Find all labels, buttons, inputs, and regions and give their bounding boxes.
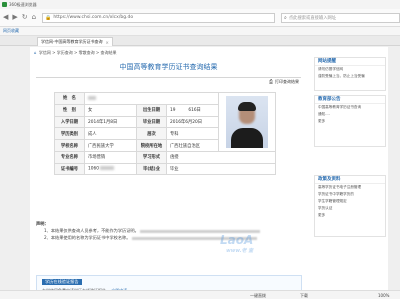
redacted-cert-no xyxy=(100,166,115,170)
cell-label-name: 姓 名 xyxy=(54,92,85,105)
certificate-table: 姓 名 性 别 女 出生日期 19 616日 入学日期 2014年1月8日 毕业… xyxy=(54,92,276,175)
back-icon[interactable]: ◀ xyxy=(3,14,8,21)
cell-value-result: 毕业 xyxy=(166,162,276,175)
cell-value-category: 成人 xyxy=(84,127,137,141)
print-label: 打印查询结果 xyxy=(275,79,299,84)
cell-label-gender: 性 别 xyxy=(54,103,85,117)
sidebar-box-title: 教育部公告 xyxy=(315,96,385,104)
page-content: ⌂ 学信网 > 学历查询 > 零散查询 > 查询结果 中国高等教育学历证书查询结… xyxy=(30,47,388,299)
cell-label-major: 专业名称 xyxy=(54,151,85,164)
browser-logo-icon xyxy=(2,2,7,7)
photo-cell xyxy=(218,92,276,152)
tab-strip: 学信网-中国高等教育学历证书查询 × xyxy=(0,36,400,46)
table-row: 姓 名 xyxy=(54,92,276,152)
sidebar-line[interactable]: 学历认证 xyxy=(315,205,385,212)
bookmarks-label[interactable]: 网页收藏 xyxy=(3,28,19,34)
sidebar-box-title: 网站提醒 xyxy=(315,58,385,66)
browser-toolbar: ◀ ▶ ↻ ⌂ 🔒 https://www.chsi.com.cn/xlcx/b… xyxy=(0,9,400,27)
cell-label-enroll: 入学日期 xyxy=(54,115,85,129)
cell-value-level: 专科 xyxy=(166,127,219,141)
cell-label-birth: 出生日期 xyxy=(136,103,167,117)
redacted-name xyxy=(88,95,96,100)
watermark-main: LaoA xyxy=(220,233,254,247)
disclaimer-line-1: 1、本结果仅供查询人员参考，不能作为学历证明。 xyxy=(36,227,302,234)
search-input[interactable]: ⌕ 点此搜索或直接输入网址 xyxy=(281,12,400,23)
lock-icon: 🔒 xyxy=(45,14,52,21)
zoom-level[interactable]: 100% xyxy=(378,293,389,298)
reload-icon[interactable]: ↻ xyxy=(22,14,28,21)
home-icon[interactable]: ⌂ xyxy=(32,14,36,21)
cell-label-cert-no: 证书编号 xyxy=(54,162,85,175)
sidebar-line[interactable]: 高等学历证书电子注册管理 xyxy=(315,184,385,191)
address-text: https://www.chsi.com.cn/xlcx/bg.do xyxy=(53,15,134,20)
disclaimer: 声明： 1、本结果仅供查询人员参考，不能作为学历证明。 2、本结果使用的名称为学… xyxy=(36,220,302,241)
photo-hair xyxy=(238,102,256,111)
window-titlebar: 360极速浏览器 xyxy=(0,0,400,9)
sidebar-line[interactable]: 学历证书中学籍学历的 xyxy=(315,191,385,198)
cell-label-school: 学校名称 xyxy=(54,139,85,152)
sidebar-line[interactable]: 请勿仿冒学信网 xyxy=(315,66,385,73)
right-sidebar: 网站提醒 请勿仿冒学信网 谨防受骗上当，防止上当受骗 教育部公告 中国高等教育学… xyxy=(314,55,386,295)
nav-buttons: ◀ ▶ ↻ ⌂ xyxy=(0,14,36,21)
print-button[interactable]: ⎙ 打印查询结果 xyxy=(269,79,299,85)
cell-label-school-loc: 院校所在地 xyxy=(136,139,167,152)
watermark-sub: www.老 查 xyxy=(226,248,254,254)
sidebar-line[interactable]: 中国高等教育学历证书查询 xyxy=(315,104,385,111)
student-photo xyxy=(226,96,268,148)
window-title: 360极速浏览器 xyxy=(9,1,37,7)
watermark-logo: LaoA www.老 查 xyxy=(220,233,253,254)
cell-value-school-loc: 广西壮族自治区 xyxy=(166,139,219,152)
cell-value-form: 函授 xyxy=(166,151,276,164)
sidebar-line[interactable]: 通知.... xyxy=(315,111,385,118)
search-placeholder: 点此搜索或直接输入网址 xyxy=(288,15,337,21)
disclaimer-line-2: 2、本结果使用的名称为学历证书中学校名称。 xyxy=(36,234,302,241)
title-divider xyxy=(36,77,301,78)
table-row: 证书编号 1060 毕(结)业 毕业 xyxy=(54,162,276,175)
certification-button[interactable]: 学历在线验证报告 xyxy=(42,279,82,285)
status-bar: 一键直拨 下载 100% xyxy=(0,290,400,299)
bookmarks-bar: 网页收藏 xyxy=(0,27,400,36)
disclaimer-text-2: 2、本结果使用的名称为学历证书中学校名称。 xyxy=(44,235,131,240)
forward-icon[interactable]: ▶ xyxy=(12,14,17,21)
main-panel: 中国高等教育学历证书查询结果 ⎙ 打印查询结果 姓 名 性 别 女 出生日期 1… xyxy=(30,55,307,297)
cell-value-major: 市场营销 xyxy=(84,151,137,164)
photo-body xyxy=(231,128,263,148)
cert-no-prefix: 1060 xyxy=(88,166,99,172)
sidebar-more-link[interactable]: 更多 xyxy=(315,212,385,219)
tab-active[interactable]: 学信网-中国高等教育学历证书查询 × xyxy=(37,37,113,46)
status-mid[interactable]: 下载 xyxy=(300,293,308,299)
sidebar-box-title: 政策及资料 xyxy=(315,176,385,184)
cell-label-level: 层次 xyxy=(136,127,167,141)
cell-label-graduate: 毕业日期 xyxy=(136,115,167,129)
close-tab-icon[interactable]: × xyxy=(105,40,108,45)
disclaimer-heading: 声明： xyxy=(36,221,49,226)
cell-label-category: 学历类别 xyxy=(54,127,85,141)
sidebar-box-announcement: 教育部公告 中国高等教育学历证书查询 通知.... 更多 xyxy=(314,95,386,147)
cell-value-graduate: 2016年6月20日 xyxy=(166,115,219,129)
sidebar-box-policy: 政策及资料 高等学历证书电子注册管理 学历证书中学籍学历的 学生学籍管理规定 学… xyxy=(314,175,386,237)
cell-value-gender: 女 xyxy=(84,103,137,117)
status-left[interactable]: 一键直拨 xyxy=(250,293,266,299)
cell-value-enroll: 2014年1月8日 xyxy=(84,115,137,129)
cell-value-name xyxy=(84,92,219,105)
cell-value-birth: 19 616日 xyxy=(166,103,219,117)
printer-icon: ⎙ xyxy=(268,79,273,85)
address-bar[interactable]: 🔒 https://www.chsi.com.cn/xlcx/bg.do xyxy=(42,12,276,23)
sidebar-more-link[interactable]: 更多 xyxy=(315,118,385,125)
page-title: 中国高等教育学历证书查询结果 xyxy=(119,63,218,71)
cell-label-result: 毕(结)业 xyxy=(136,162,167,175)
disclaimer-text-1: 1、本结果仅供查询人员参考，不能作为学历证明。 xyxy=(44,228,139,233)
search-icon: ⌕ xyxy=(284,14,287,21)
sidebar-line[interactable]: 学生学籍管理规定 xyxy=(315,198,385,205)
cell-value-cert-no: 1060 xyxy=(84,162,137,175)
table-row: 专业名称 市场营销 学习形式 函授 xyxy=(54,151,276,164)
cell-value-school: 广西民族大学 xyxy=(84,139,137,152)
sidebar-box-notice: 网站提醒 请勿仿冒学信网 谨防受骗上当，防止上当受骗 xyxy=(314,57,386,91)
sidebar-line[interactable]: 谨防受骗上当，防止上当受骗 xyxy=(315,73,385,80)
cell-label-form: 学习形式 xyxy=(136,151,167,164)
tab-label: 学信网-中国高等教育学历证书查询 xyxy=(41,39,103,44)
